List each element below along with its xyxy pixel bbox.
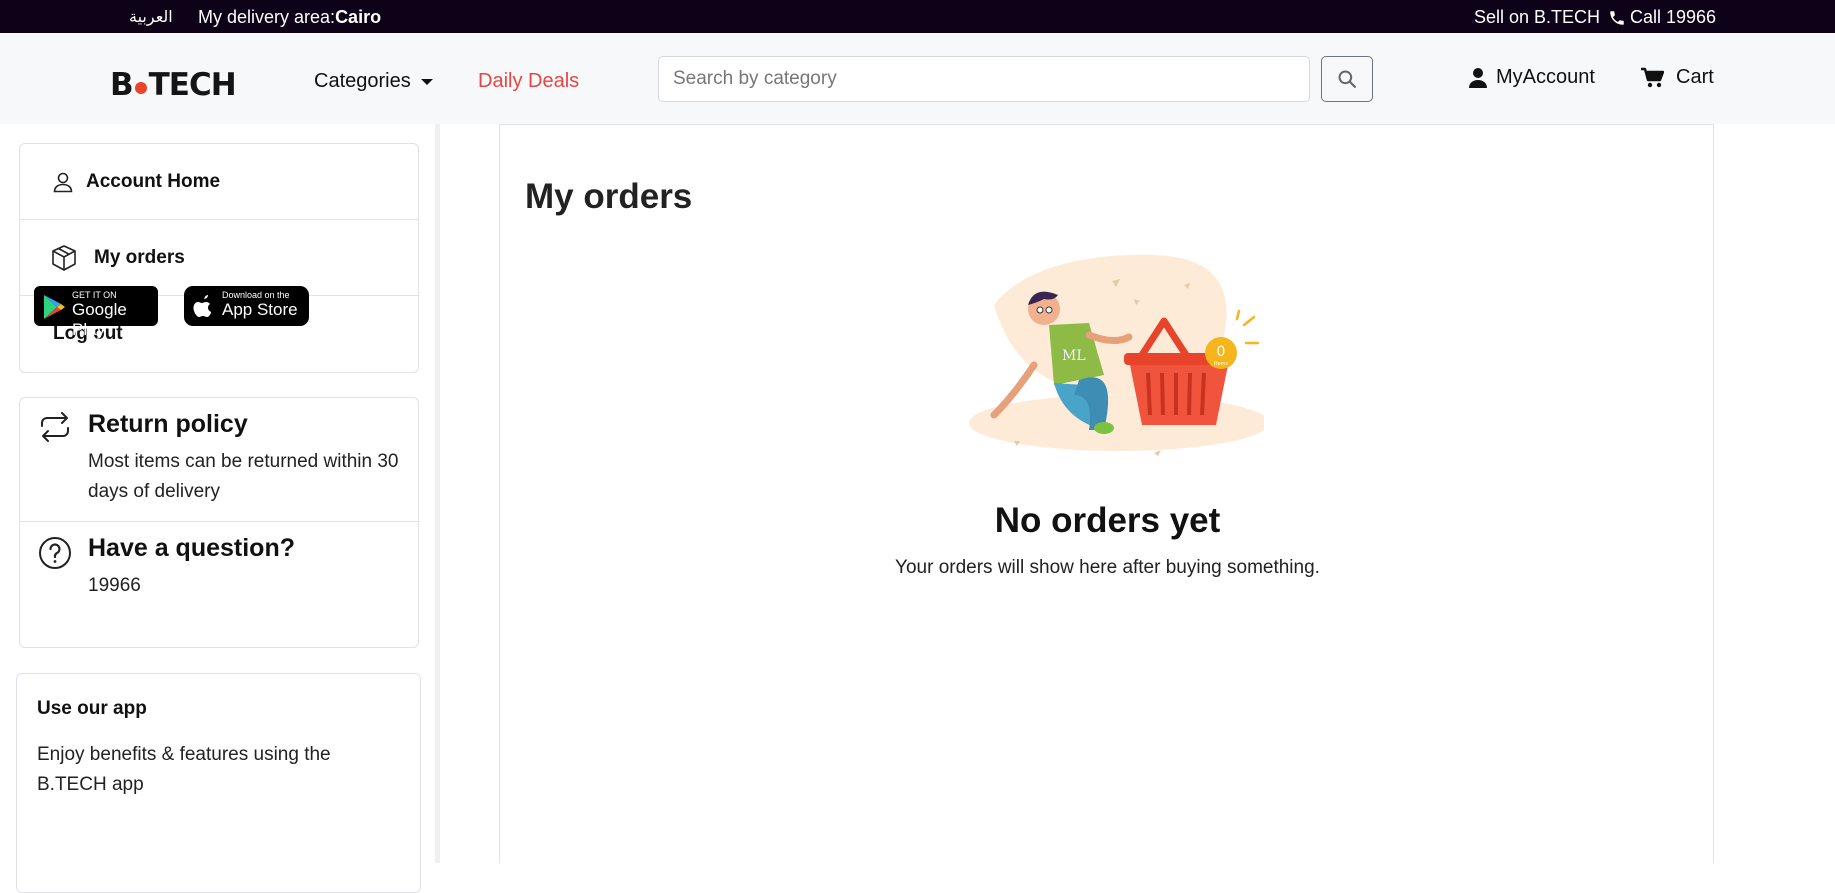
user-outline-icon — [53, 172, 73, 192]
cart-label: Cart — [1676, 66, 1714, 88]
categories-dropdown[interactable]: Categories — [314, 70, 433, 93]
app-store-badges: GET IT ON Google Play Download on the Ap… — [34, 286, 309, 339]
cart-icon — [1641, 67, 1664, 87]
help-card: Return policy Most items can be returned… — [19, 397, 419, 648]
daily-deals-link[interactable]: Daily Deals — [478, 70, 579, 93]
delivery-area-label: My delivery area: — [198, 7, 336, 27]
sidebar-item-account-home[interactable]: Account Home — [20, 144, 418, 220]
call-label: Call 19966 — [1630, 7, 1717, 27]
question-circle-icon — [39, 537, 71, 569]
sidebar-item-label: Account Home — [86, 170, 221, 192]
my-account-link[interactable]: MyAccount — [1468, 66, 1595, 89]
empty-orders-illustration: ML 0 items — [969, 254, 1264, 456]
question-title: Have a question? — [88, 534, 295, 562]
logo-text-right: TECH — [148, 67, 237, 103]
caret-down-icon — [420, 78, 433, 85]
basket-count: 0 — [1217, 344, 1226, 360]
return-policy-text: Most items can be returned within 30 day… — [88, 451, 399, 502]
sell-on-btech-link[interactable]: Sell on B.TECH — [1474, 7, 1600, 28]
basket-label: items — [1214, 361, 1228, 367]
delivery-area-selector[interactable]: My delivery area:Cairo — [198, 7, 381, 28]
question-phone[interactable]: 19966 — [88, 571, 402, 601]
logo-text-left: B — [110, 67, 134, 103]
search-input[interactable] — [658, 56, 1310, 102]
return-policy-title: Return policy — [88, 410, 248, 438]
search-button[interactable] — [1321, 56, 1373, 102]
page-title: My orders — [525, 177, 693, 216]
orders-panel: My orders ML 0 items No orders yet Your … — [499, 124, 1714, 863]
site-header: B TECH Categories Daily Deals MyAccount C… — [0, 33, 1835, 124]
sidebar-item-my-orders[interactable]: My orders — [20, 220, 418, 296]
app-promo-title: Use our app — [37, 698, 147, 719]
app-promo-card: Use our app Enjoy benefits & features us… — [16, 673, 421, 893]
delivery-area-city: Cairo — [335, 7, 382, 27]
google-play-icon — [44, 295, 65, 319]
user-icon — [1469, 67, 1487, 88]
sidebar-item-label: My orders — [94, 246, 185, 268]
return-arrows-icon — [41, 412, 69, 442]
language-switch-link[interactable]: العربية — [129, 7, 173, 26]
empty-state-title: No orders yet — [994, 501, 1221, 540]
my-account-label: MyAccount — [1496, 66, 1595, 88]
account-sidebar: Account Home My orders Log out Return po… — [0, 124, 440, 893]
categories-label: Categories — [314, 70, 411, 92]
app-store-badge[interactable]: Download on the App Store — [184, 286, 309, 326]
search-icon — [1338, 70, 1356, 88]
question-block: Have a question? 19966 — [20, 522, 418, 601]
call-link[interactable]: Call 19966 — [1608, 7, 1716, 28]
empty-state-subtitle: Your orders will show here after buying … — [895, 557, 1320, 578]
phone-icon — [1610, 10, 1624, 25]
cart-link[interactable]: Cart — [1640, 66, 1714, 89]
return-policy-block: Return policy Most items can be returned… — [20, 398, 418, 507]
apple-badge-big: App Store — [222, 300, 298, 319]
shirt-text: ML — [1062, 348, 1086, 364]
box-icon — [52, 244, 76, 271]
google-play-badge[interactable]: GET IT ON Google Play — [34, 286, 158, 339]
top-bar: العربية My delivery area:Cairo Sell on B… — [0, 0, 1835, 33]
apple-badge-small: Download on the — [222, 290, 290, 300]
google-badge-big: Google Play — [72, 300, 127, 339]
app-promo-text: Enjoy benefits & features using the B.TE… — [37, 744, 331, 795]
logo-dot — [134, 82, 147, 94]
google-badge-small: GET IT ON — [72, 290, 117, 300]
apple-icon — [193, 295, 211, 317]
btech-logo[interactable]: B TECH — [110, 67, 237, 103]
